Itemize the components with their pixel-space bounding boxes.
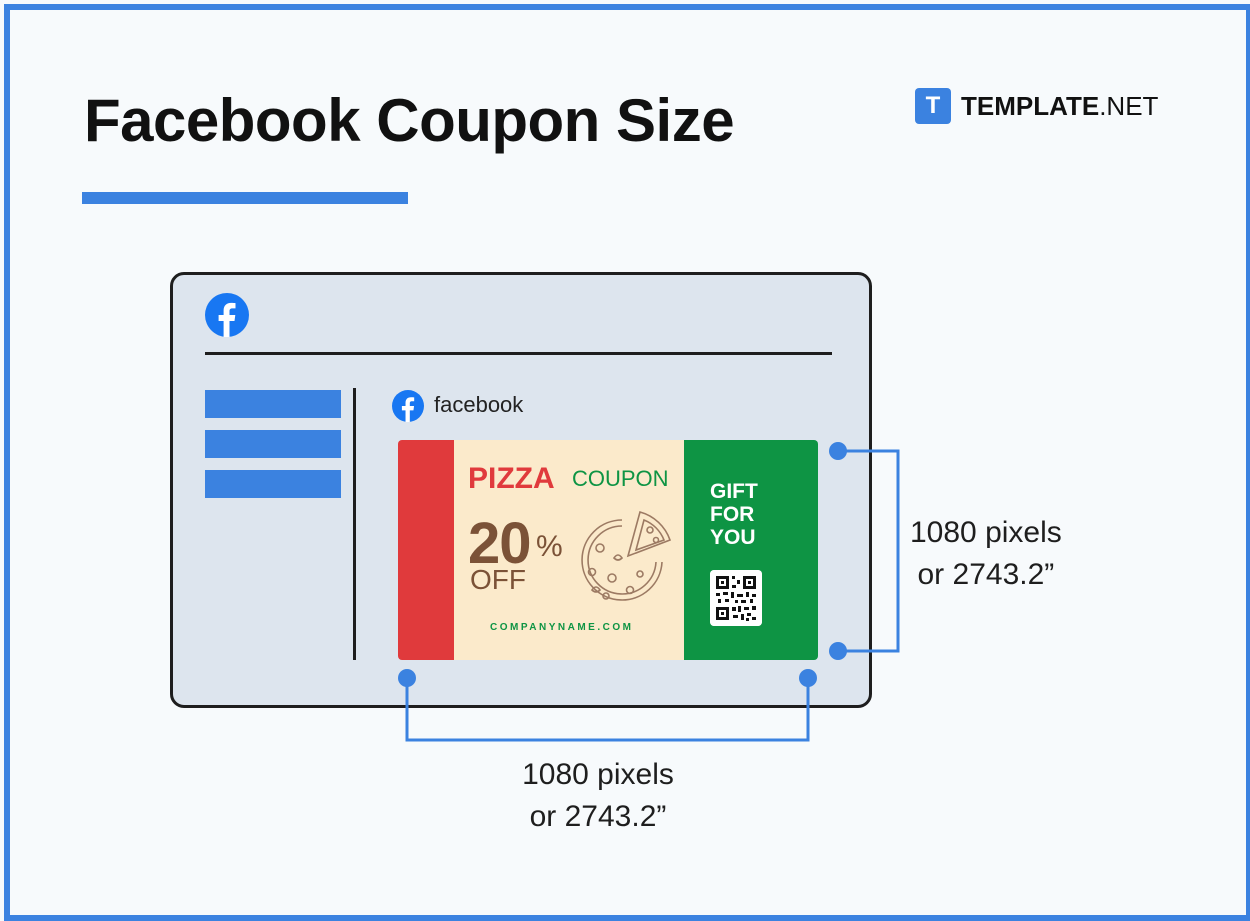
template-net-logo-icon: T bbox=[915, 88, 951, 124]
page-title: Facebook Coupon Size bbox=[84, 87, 735, 154]
gift-line: FOR bbox=[710, 503, 755, 526]
sidebar-divider bbox=[353, 388, 356, 660]
height-dimension-line2: or 2743.2” bbox=[917, 558, 1055, 591]
pizza-icon bbox=[581, 511, 672, 601]
facebook-wordmark: facebook bbox=[434, 392, 524, 417]
sidebar-placeholder-bar bbox=[205, 430, 341, 458]
qr-code-icon bbox=[710, 570, 762, 626]
brand-name: TEMPLATE.NET bbox=[961, 91, 1158, 122]
brand-name-rest: .NET bbox=[1099, 90, 1159, 121]
facebook-icon bbox=[392, 390, 424, 422]
height-dimension-label: 1080 pixels or 2743.2” bbox=[910, 512, 1062, 596]
sidebar-placeholder-bar bbox=[205, 390, 341, 418]
gift-line: GIFT bbox=[710, 480, 758, 503]
coupon-red-stripe bbox=[398, 440, 454, 660]
width-dimension-line1: 1080 pixels bbox=[522, 758, 674, 791]
coupon-website: COMPANYNAME.COM bbox=[490, 622, 634, 633]
brand-name-bold: TEMPLATE bbox=[961, 90, 1100, 121]
width-dimension-line2: or 2743.2” bbox=[529, 800, 667, 833]
title-underline bbox=[82, 192, 408, 204]
coupon-subheadline: COUPON bbox=[572, 466, 669, 491]
coupon-headline: PIZZA bbox=[468, 462, 555, 495]
pizza-coupon: PIZZA COUPON 20 % OFF COMPANYNAME.COM GI… bbox=[398, 440, 818, 660]
height-dimension-line1: 1080 pixels bbox=[910, 516, 1062, 549]
brand-logo: T TEMPLATE.NET bbox=[915, 88, 1158, 124]
sidebar-placeholder-bar bbox=[205, 470, 341, 498]
width-dimension-label: 1080 pixels or 2743.2” bbox=[498, 754, 698, 838]
browser-header-divider bbox=[205, 352, 832, 355]
discount-suffix: OFF bbox=[470, 564, 526, 595]
facebook-icon bbox=[205, 293, 249, 337]
gift-line: YOU bbox=[710, 526, 756, 549]
coupon-gift-panel bbox=[684, 440, 818, 660]
gift-text: GIFT FOR YOU bbox=[710, 480, 790, 549]
discount-symbol: % bbox=[536, 530, 563, 563]
